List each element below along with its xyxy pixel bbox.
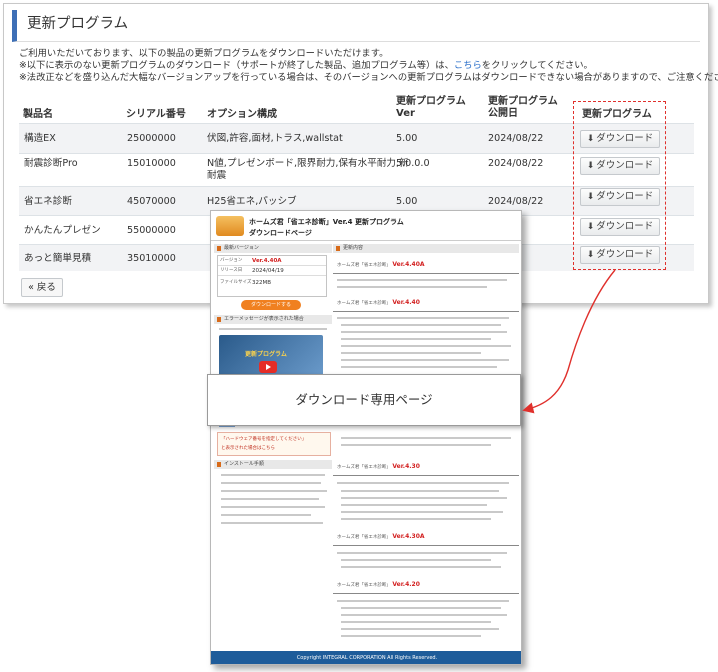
callout-arrow [522, 269, 616, 414]
arrow-path [522, 269, 616, 414]
